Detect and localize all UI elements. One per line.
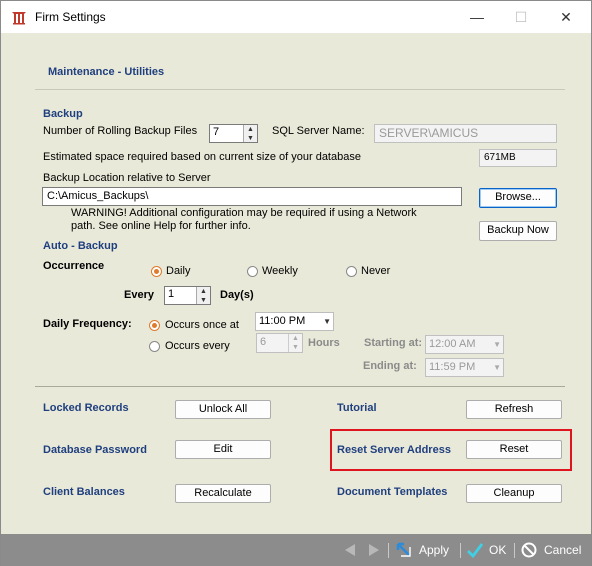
rolling-backup-value: 7 <box>213 126 220 138</box>
tutorial-label: Tutorial <box>337 402 377 414</box>
radio-occurs-every[interactable] <box>149 341 160 352</box>
radio-occurs-once[interactable] <box>149 320 160 331</box>
estimate-value: 671MB <box>479 149 557 167</box>
recalculate-button[interactable]: Recalculate <box>175 484 271 503</box>
breadcrumb: Maintenance - Utilities <box>48 66 165 78</box>
rolling-backup-stepper[interactable]: 7 ▲ ▼ <box>209 124 258 143</box>
content-area: Maintenance - Utilities Backup Number of… <box>5 33 587 533</box>
hours-label: Hours <box>308 337 340 349</box>
footer-bar: Apply OK Cancel <box>1 534 591 566</box>
ending-at-value: 11:59 PM <box>429 361 476 373</box>
maximize-icon[interactable]: ☐ <box>507 5 535 29</box>
locked-records-label: Locked Records <box>43 402 129 414</box>
auto-backup-header: Auto - Backup <box>43 240 118 252</box>
footer-separator <box>514 543 515 558</box>
backup-header: Backup <box>43 108 83 120</box>
edit-password-button[interactable]: Edit <box>175 440 271 459</box>
every-days-stepper[interactable]: 1 ▲ ▼ <box>164 286 211 305</box>
ending-at-label: Ending at: <box>363 360 417 372</box>
minimize-icon[interactable]: — <box>463 5 491 29</box>
radio-never-label: Never <box>361 265 391 277</box>
spinner-icon[interactable]: ▲ ▼ <box>243 125 257 142</box>
estimate-label: Estimated space required based on curren… <box>43 151 361 163</box>
occurrence-label: Occurrence <box>43 260 105 272</box>
title-bar: Firm Settings — ☐ ✕ <box>1 1 591 33</box>
radio-never[interactable] <box>346 266 357 277</box>
sql-server-label: SQL Server Name: <box>272 125 365 137</box>
days-label: Day(s) <box>220 289 254 301</box>
apply-icon[interactable] <box>395 541 413 559</box>
spinner-icon[interactable]: ▲ ▼ <box>288 334 302 352</box>
starting-at-label: Starting at: <box>364 337 423 349</box>
divider <box>35 386 565 387</box>
every-label: Every <box>124 289 154 301</box>
warning-text-line1: WARNING! Additional configuration may be… <box>71 207 417 219</box>
radio-daily-label: Daily <box>166 265 191 277</box>
close-icon[interactable]: ✕ <box>552 5 580 29</box>
checkmark-icon[interactable] <box>466 541 484 559</box>
database-password-label: Database Password <box>43 444 147 456</box>
client-balances-label: Client Balances <box>43 486 125 498</box>
document-templates-label: Document Templates <box>337 486 448 498</box>
daily-frequency-label: Daily Frequency: <box>43 318 132 330</box>
refresh-button[interactable]: Refresh <box>466 400 562 419</box>
ok-button[interactable]: OK <box>489 543 506 557</box>
divider <box>35 89 565 90</box>
rolling-backup-label: Number of Rolling Backup Files <box>43 125 198 137</box>
spinner-icon[interactable]: ▲ ▼ <box>196 287 210 304</box>
radio-weekly-label: Weekly <box>262 265 298 277</box>
occurs-every-label: Occurs every <box>165 340 230 352</box>
window-title: Firm Settings <box>35 10 106 24</box>
unlock-all-button[interactable]: Unlock All <box>175 400 271 419</box>
sql-server-field[interactable]: SERVER\AMICUS <box>374 124 557 143</box>
apply-button[interactable]: Apply <box>419 543 449 557</box>
next-arrow-icon[interactable] <box>367 543 381 557</box>
warning-text-line2: path. See online Help for further info. <box>71 220 251 232</box>
location-label: Backup Location relative to Server <box>43 172 211 184</box>
footer-separator <box>388 543 389 558</box>
backup-location-field[interactable]: C:\Amicus_Backups\ <box>42 187 462 206</box>
footer-separator <box>460 543 461 558</box>
occurs-once-label: Occurs once at <box>165 319 239 331</box>
dropdown-arrow-icon[interactable]: ▼ <box>493 363 501 372</box>
app-icon <box>12 12 26 25</box>
cancel-button[interactable]: Cancel <box>544 543 581 557</box>
dropdown-arrow-icon[interactable]: ▼ <box>323 317 331 326</box>
occurs-once-time-value: 11:00 PM <box>259 315 306 327</box>
every-days-value: 1 <box>168 288 175 300</box>
ending-at-select[interactable]: 11:59 PM ▼ <box>425 358 504 377</box>
radio-weekly[interactable] <box>247 266 258 277</box>
starting-at-value: 12:00 AM <box>429 338 476 350</box>
firm-settings-window: Firm Settings — ☐ ✕ Maintenance - Utilit… <box>0 0 592 566</box>
occurs-once-time-select[interactable]: 11:00 PM ▼ <box>255 312 334 331</box>
occurs-every-stepper[interactable]: 6 ▲ ▼ <box>256 333 303 353</box>
radio-daily[interactable] <box>151 266 162 277</box>
browse-button[interactable]: Browse... <box>479 188 557 208</box>
cancel-icon[interactable] <box>521 542 537 558</box>
dropdown-arrow-icon[interactable]: ▼ <box>493 340 501 349</box>
occurs-every-value: 6 <box>260 336 267 348</box>
highlight-box <box>330 429 572 471</box>
previous-arrow-icon[interactable] <box>343 543 357 557</box>
cleanup-button[interactable]: Cleanup <box>466 484 562 503</box>
backup-now-button[interactable]: Backup Now <box>479 221 557 241</box>
starting-at-select[interactable]: 12:00 AM ▼ <box>425 335 504 354</box>
